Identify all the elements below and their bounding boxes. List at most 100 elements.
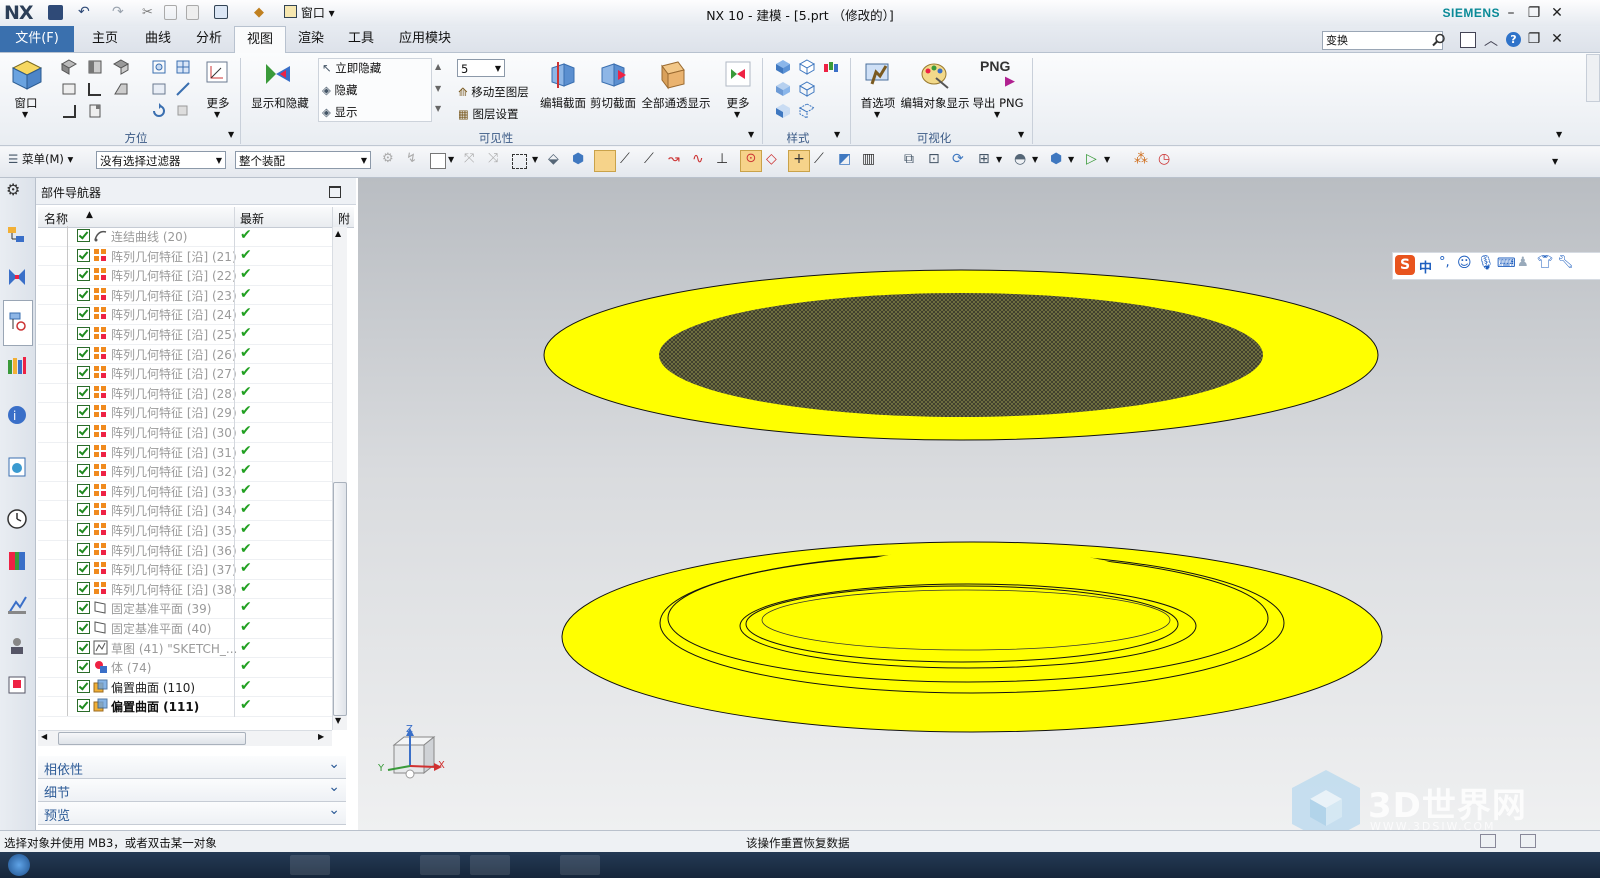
tree-row[interactable]: 阵列几何特征 [沿] (27) ✔	[38, 363, 334, 384]
visibility-checkbox[interactable]	[77, 287, 90, 301]
start-button-icon[interactable]	[8, 854, 30, 876]
visibility-checkbox[interactable]	[77, 542, 90, 556]
shaded-icon[interactable]	[798, 58, 816, 76]
partial-shaded-icon[interactable]	[774, 102, 792, 120]
part-navigator-tab[interactable]	[3, 300, 33, 346]
tab-tools[interactable]: 工具	[336, 26, 386, 52]
rotate-view-icon[interactable]: ⟳	[952, 151, 964, 167]
ime-settings-icon[interactable]: 🔧︎	[1557, 255, 1574, 270]
export-png-label[interactable]: 导出 PNG	[970, 95, 1026, 111]
ime-punct-icon[interactable]: °,	[1439, 255, 1450, 270]
system-materials-icon[interactable]	[6, 550, 28, 572]
hd3d-tools-icon[interactable]: i	[6, 404, 28, 426]
selection-filter-combo[interactable]: 没有选择过滤器 ▼	[96, 151, 226, 169]
scroll-down-icon[interactable]: ▼	[335, 716, 341, 725]
shaded-edges-icon[interactable]	[774, 58, 792, 76]
preferences-label[interactable]: 首选项	[856, 95, 900, 111]
manufacturing-wizard-icon[interactable]	[6, 634, 28, 656]
hide-item[interactable]: ◈ 隐藏	[322, 82, 358, 98]
gear-icon[interactable]: ⚙	[6, 180, 28, 202]
visibility-checkbox[interactable]	[77, 248, 90, 262]
tree-row[interactable]: 阵列几何特征 [沿] (34) ✔	[38, 500, 334, 521]
visibility-more-label[interactable]: 更多	[720, 95, 756, 111]
select-curve-icon[interactable]: ⤨	[488, 151, 498, 166]
view-iso-icon[interactable]	[112, 58, 130, 76]
visibility-checkbox[interactable]	[77, 621, 90, 634]
status-grid-icon[interactable]	[1480, 834, 1496, 848]
tree-row[interactable]: 阵列几何特征 [沿] (23) ✔	[38, 284, 334, 306]
view-trimetric-icon[interactable]	[60, 58, 78, 76]
visibility-checkbox[interactable]	[77, 268, 90, 282]
view-front-icon[interactable]	[86, 58, 104, 76]
taskbar-app-item[interactable]	[420, 855, 460, 875]
tab-home[interactable]: 主页	[80, 26, 130, 52]
help-icon[interactable]: ?	[1506, 32, 1521, 47]
close-button[interactable]: ✕	[1546, 3, 1568, 23]
col-latest-header[interactable]: 最新	[240, 210, 264, 227]
select-feature-icon[interactable]: ↯	[406, 151, 417, 166]
ime-voice-icon[interactable]: 🎙︎	[1477, 255, 1495, 271]
show-hide-label[interactable]: 显示和隐藏	[248, 95, 312, 111]
orient-more-dropdown-icon[interactable]: ▼	[214, 110, 220, 119]
zoom-icon[interactable]	[174, 58, 192, 76]
tree-row[interactable]: 固定基准平面 (40) ✔	[38, 618, 334, 639]
list-scroll-up-icon[interactable]: ▲	[435, 62, 441, 71]
constraint-navigator-icon[interactable]	[6, 266, 28, 288]
select-rect-icon[interactable]	[512, 154, 527, 169]
tab-application[interactable]: 应用模块	[387, 26, 463, 52]
restore-button[interactable]: ❐	[1523, 3, 1545, 23]
visualization-group-dropdown-icon[interactable]: ▼	[1018, 130, 1024, 139]
visibility-checkbox[interactable]	[77, 581, 90, 595]
orient-view-menu-icon[interactable]: ⊞	[978, 151, 990, 167]
snap-view-icon[interactable]	[174, 80, 192, 98]
scroll-left-icon[interactable]: ◀	[41, 732, 47, 741]
visibility-checkbox[interactable]	[77, 601, 90, 615]
snap-line-icon[interactable]: ⟋	[644, 151, 654, 167]
ime-skin-icon[interactable]: 👕︎	[1537, 255, 1554, 270]
ime-lang-toggle[interactable]: 中	[1419, 257, 1432, 276]
snap-midpoint-icon[interactable]: ⟋	[620, 151, 630, 167]
taskbar-app-item[interactable]	[290, 855, 330, 875]
sogou-logo-icon[interactable]: S	[1395, 255, 1415, 275]
tree-row[interactable]: 阵列几何特征 [沿] (25) ✔	[38, 324, 334, 345]
scroll-right-icon[interactable]: ▶	[318, 732, 324, 741]
sort-ascending-icon[interactable]: ▲	[86, 210, 93, 220]
wireframe-hidden-icon[interactable]	[798, 80, 816, 98]
tree-row[interactable]: 阵列几何特征 [沿] (28) ✔	[38, 382, 334, 404]
chevron-down-icon[interactable]: ▼	[1032, 155, 1038, 164]
chevron-down-icon[interactable]: ▼	[532, 155, 538, 164]
visibility-checkbox[interactable]	[77, 405, 90, 419]
ime-keyboard-icon[interactable]: ⌨	[1497, 256, 1516, 271]
clip-section-icon[interactable]	[598, 60, 628, 90]
ime-emoji-icon[interactable]: ☺	[1457, 255, 1472, 271]
tree-row[interactable]: 阵列几何特征 [沿] (26) ✔	[38, 343, 334, 365]
lower-dome-part[interactable]	[561, 541, 1383, 733]
clip-section-label[interactable]: 剪切截面	[588, 95, 638, 111]
orient-more-label[interactable]: 更多	[200, 95, 236, 111]
rotate-icon[interactable]	[150, 102, 168, 120]
immediate-hide-item[interactable]: ↖ 立即隐藏	[322, 60, 381, 76]
tab-view[interactable]: 视图	[234, 26, 287, 53]
visibility-checkbox[interactable]	[77, 307, 90, 321]
display-style-icon[interactable]: ⬢	[1050, 151, 1062, 167]
visibility-group-dropdown-icon[interactable]: ▼	[748, 130, 754, 139]
move-to-layer-button[interactable]: ⟰ 移动至图层	[458, 84, 529, 100]
upper-disc-part[interactable]	[543, 269, 1379, 441]
select-body-icon[interactable]: ⬢	[572, 151, 584, 167]
snap-perpendicular-icon[interactable]: ⊥	[716, 151, 728, 167]
tree-row[interactable]: 阵列几何特征 [沿] (38) ✔	[38, 578, 334, 600]
visibility-checkbox[interactable]	[77, 444, 90, 458]
edit-object-display-icon[interactable]	[918, 58, 952, 92]
visibility-checkbox[interactable]	[77, 523, 90, 536]
col-extra-header[interactable]: 附	[338, 210, 350, 227]
ime-user-icon[interactable]: ♟	[1517, 255, 1529, 270]
visibility-checkbox[interactable]	[77, 229, 90, 242]
tree-row[interactable]: 阵列几何特征 [沿] (35) ✔	[38, 520, 334, 541]
visibility-checkbox[interactable]	[77, 346, 90, 360]
select-face-icon[interactable]: ⤧	[464, 151, 474, 166]
visibility-checkbox[interactable]	[77, 327, 90, 340]
more-orient-icon[interactable]	[205, 60, 229, 84]
column-divider[interactable]	[234, 207, 235, 227]
view-right-icon[interactable]	[112, 80, 130, 98]
tree-row[interactable]: 偏置曲面 (110) ✔	[38, 676, 334, 698]
